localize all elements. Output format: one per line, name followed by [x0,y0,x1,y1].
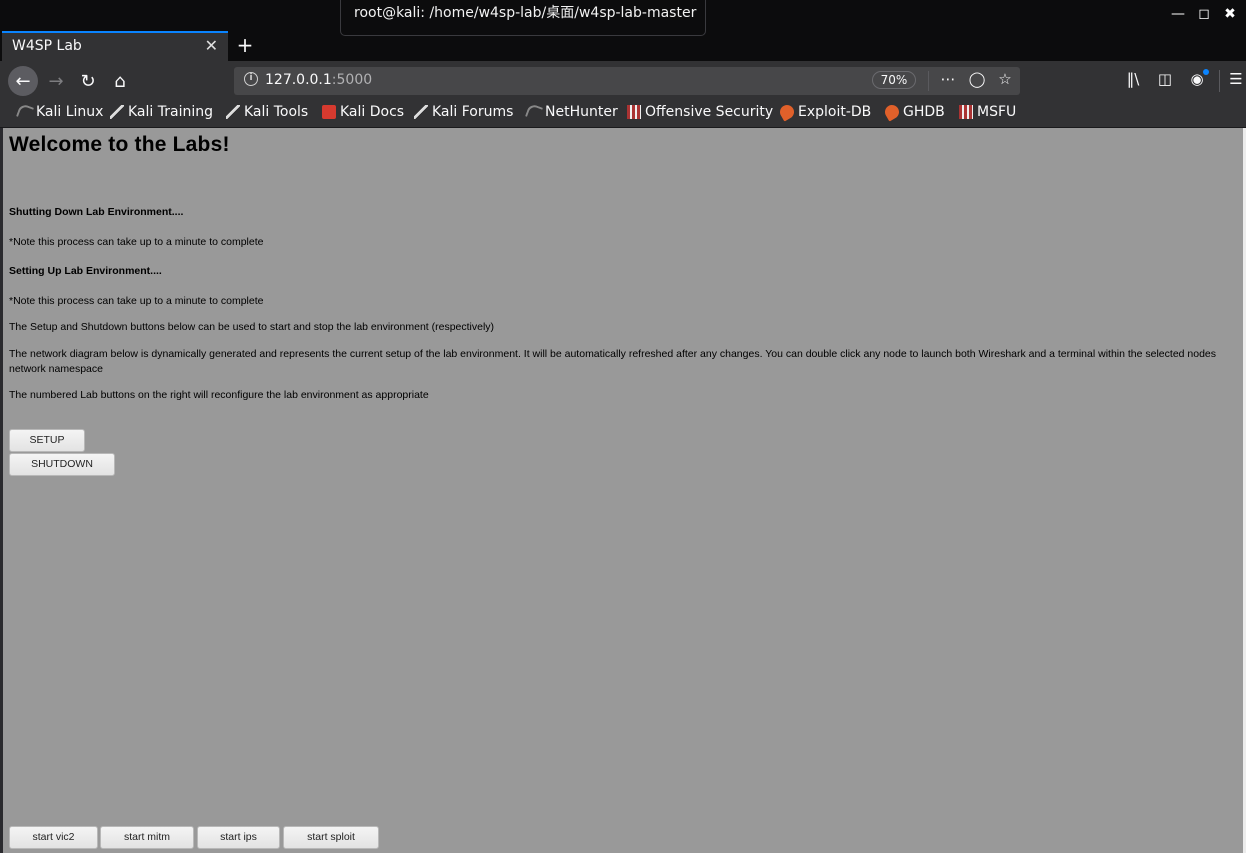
info-diagram-text: The network diagram below is dynamically… [9,348,1217,375]
bookmark-kali-tools[interactable]: Kali Tools [226,104,308,120]
shutdown-status: Shutting Down Lab Environment.... [9,206,184,218]
bookmark-kali-linux[interactable]: Kali Linux [16,103,104,121]
url-separator [928,71,929,91]
forward-arrow-icon[interactable]: → [41,66,71,96]
url-bar[interactable]: i 127.0.0.1:5000 70% ⋯ ◯ ☆ [234,67,1020,95]
bookmark-label: Kali Training [128,104,213,120]
window-controls: — ◻ ✖ [1171,6,1236,22]
pocket-icon[interactable]: ◯ [967,70,987,92]
offsec-icon [959,105,973,119]
home-icon[interactable]: ⌂ [105,66,135,96]
bookmark-msfu[interactable]: MSFU [959,104,1016,120]
bookmark-label: Exploit-DB [798,104,872,120]
page-title: Welcome to the Labs! [9,133,230,156]
new-tab-plus-icon[interactable]: + [234,33,256,57]
bookmark-offensive-security[interactable]: Offensive Security [627,104,773,120]
library-icon[interactable]: ‖\ [1123,70,1143,88]
bookmark-label: Offensive Security [645,104,774,120]
tab-title: W4SP Lab [12,38,82,54]
bookmark-label: NetHunter [545,104,618,120]
bookmarks-toolbar: Kali Linux Kali Training Kali Tools Kali… [0,99,1246,128]
kali-icon [16,103,34,121]
bookmark-label: GHDB [903,104,945,120]
window-title-tooltip: root@kali: /home/w4sp-lab/桌面/w4sp-lab-ma… [340,0,706,36]
exploitdb-icon [882,102,902,122]
zoom-level-badge[interactable]: 70% [872,71,916,89]
start-mitm-button[interactable]: start mitm [100,826,194,849]
setup-button[interactable]: SETUP [9,429,85,452]
bookmark-kali-forums[interactable]: Kali Forums [414,104,513,120]
offsec-icon [627,105,641,119]
back-arrow-icon[interactable]: ← [8,66,38,96]
exploitdb-icon [777,102,797,122]
bookmark-label: Kali Forums [432,104,514,120]
kali-tool-icon [414,105,428,119]
info-lab-text: The numbered Lab buttons on the right wi… [9,389,429,401]
kali-tool-icon [226,105,240,119]
url-host: 127.0.0.1 [265,72,332,88]
close-icon[interactable]: ✕ [205,36,218,55]
bookmark-star-icon[interactable]: ☆ [995,70,1015,92]
url-port: :5000 [331,72,373,88]
shutdown-note: *Note this process can take up to a minu… [9,236,264,248]
tab-w4sp-lab[interactable]: W4SP Lab ✕ [2,31,228,61]
sidebar-icon[interactable]: ◫ [1155,70,1175,88]
bookmark-label: Kali Docs [340,104,405,120]
start-sploit-button[interactable]: start sploit [283,826,379,849]
site-info-icon[interactable]: i [244,72,258,86]
bookmark-nethunter[interactable]: NetHunter [525,103,618,121]
bookmark-kali-docs[interactable]: Kali Docs [322,104,404,120]
toolbar-separator [1219,70,1220,92]
page-actions-icon[interactable]: ⋯ [938,70,958,92]
bookmark-exploit-db[interactable]: Exploit-DB [777,102,872,122]
notification-dot-icon [1203,69,1209,75]
setup-note: *Note this process can take up to a minu… [9,295,264,307]
minimize-icon[interactable]: — [1171,6,1185,22]
bookmark-label: Kali Tools [244,104,309,120]
menu-hamburger-icon[interactable]: ☰ [1226,70,1246,88]
start-ips-button[interactable]: start ips [197,826,280,849]
close-window-icon[interactable]: ✖ [1224,6,1236,22]
reload-icon[interactable]: ↻ [73,66,103,96]
bookmark-label: Kali Linux [36,104,104,120]
docs-icon [322,105,336,119]
nav-toolbar: ← → ↻ ⌂ i 127.0.0.1:5000 70% ⋯ ◯ ☆ ‖\ ◫ … [0,61,1246,99]
bookmark-label: MSFU [977,104,1017,120]
start-vic2-button[interactable]: start vic2 [9,826,98,849]
page-content: Welcome to the Labs! Shutting Down Lab E… [3,128,1243,853]
url-text[interactable]: 127.0.0.1:5000 [265,72,372,88]
kali-icon [525,103,543,121]
setup-status: Setting Up Lab Environment.... [9,265,162,277]
shutdown-button[interactable]: SHUTDOWN [9,453,115,476]
bookmark-kali-training[interactable]: Kali Training [110,104,213,120]
maximize-icon[interactable]: ◻ [1198,6,1210,22]
kali-tool-icon [110,105,124,119]
bookmark-ghdb[interactable]: GHDB [882,102,945,122]
info-buttons-text: The Setup and Shutdown buttons below can… [9,321,495,333]
